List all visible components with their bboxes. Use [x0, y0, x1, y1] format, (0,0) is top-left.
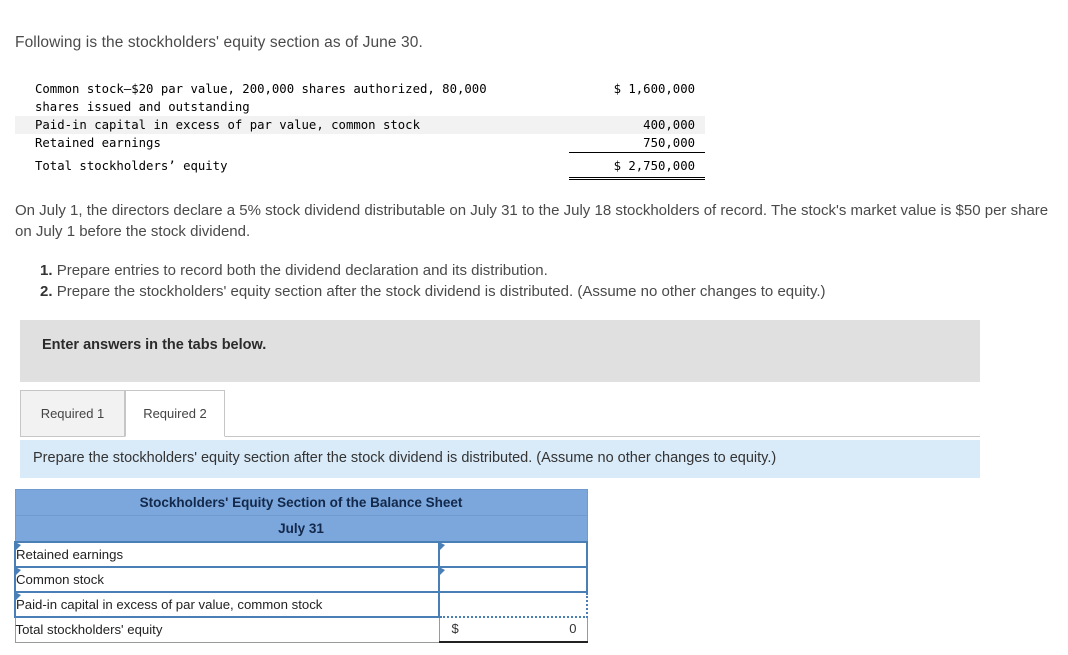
equity-row-value: 400,000 [643, 118, 695, 132]
tab-required-1-label: Required 1 [40, 406, 105, 421]
dropdown-marker-icon [439, 567, 445, 576]
requirement-number: 2. [40, 283, 53, 300]
required-tabs: Required 1 Required 2 [20, 390, 980, 439]
row-value-input-common-stock[interactable] [438, 566, 588, 593]
equity-row-label: Common stock–$20 par value, 200,000 shar… [35, 82, 487, 114]
june30-equity-statement: Common stock–$20 par value, 200,000 shar… [15, 80, 705, 180]
row-label-total-stockholders-equity: Total stockholders' equity [14, 616, 440, 643]
requirements-list: 1. Prepare entries to record both the di… [40, 260, 1050, 302]
answer-grid-subtitle-row: July 31 [14, 515, 588, 543]
dropdown-marker-icon [439, 542, 445, 551]
equity-row-label: Paid-in capital in excess of par value, … [35, 118, 420, 132]
currency-symbol: $ [451, 621, 459, 636]
answer-grid-title: Stockholders' Equity Section of the Bala… [14, 489, 588, 516]
enter-answers-label: Enter answers in the tabs below. [42, 337, 267, 353]
equity-row-label: Retained earnings [35, 136, 161, 150]
answer-grid-total-row: Total stockholders' equity $ 0 [14, 616, 588, 643]
page-intro-text: Following is the stockholders' equity se… [15, 34, 423, 51]
equity-total-row: Total stockholders’ equity $ 2,750,000 [15, 152, 705, 180]
answer-grid-row: Common stock [14, 566, 588, 593]
requirement-text: Prepare the stockholders' equity section… [56, 283, 826, 300]
equity-row: Common stock–$20 par value, 200,000 shar… [15, 80, 705, 116]
row-label-text: Common stock [16, 572, 104, 587]
dropdown-marker-icon [15, 567, 21, 576]
equity-row-value: $ 1,600,000 [613, 82, 695, 96]
tab-instruction-label: Prepare the stockholders' equity section… [33, 450, 777, 466]
tab-required-2-label: Required 2 [143, 406, 207, 421]
row-value-input-paid-in-capital[interactable] [438, 591, 588, 618]
row-label-dropdown-retained-earnings[interactable]: Retained earnings [14, 541, 440, 568]
requirement-text: Prepare entries to record both the divid… [56, 262, 548, 279]
equity-total-label: Total stockholders’ equity [35, 158, 228, 173]
requirement-item: 1. Prepare entries to record both the di… [40, 260, 1050, 281]
equity-total-value: $ 2,750,000 [568, 152, 705, 180]
requirement-number: 1. [40, 262, 53, 279]
enter-answers-band: Enter answers in the tabs below. [20, 320, 980, 382]
tab-required-1[interactable]: Required 1 [20, 390, 125, 437]
answer-grid-subtitle: July 31 [14, 515, 588, 543]
row-label-text: Total stockholders' equity [15, 622, 163, 638]
equity-row: Retained earnings 750,000 [15, 134, 705, 153]
row-label-dropdown-common-stock[interactable]: Common stock [14, 566, 440, 593]
row-label-text: Retained earnings [16, 547, 124, 562]
answer-grid: Stockholders' Equity Section of the Bala… [14, 489, 588, 643]
row-label-text: Paid-in capital in excess of par value, … [16, 597, 323, 612]
row-value-input-retained-earnings[interactable] [438, 541, 588, 568]
requirement-item: 2. Prepare the stockholders' equity sect… [40, 281, 1050, 302]
tab-instruction-band: Prepare the stockholders' equity section… [20, 440, 980, 478]
tab-required-2[interactable]: Required 2 [125, 390, 225, 437]
answer-grid-row: Retained earnings [14, 541, 588, 568]
row-value-total-stockholders-equity: $ 0 [438, 616, 588, 643]
answer-grid-title-row: Stockholders' Equity Section of the Bala… [14, 489, 588, 516]
total-amount: 0 [569, 621, 577, 636]
dropdown-marker-icon [15, 542, 21, 551]
row-label-dropdown-paid-in-capital[interactable]: Paid-in capital in excess of par value, … [14, 591, 440, 618]
equity-row-value: 750,000 [568, 134, 705, 153]
equity-row: Paid-in capital in excess of par value, … [15, 116, 705, 134]
answer-grid-row: Paid-in capital in excess of par value, … [14, 591, 588, 618]
problem-paragraph: On July 1, the directors declare a 5% st… [15, 202, 1049, 240]
dropdown-marker-icon [15, 592, 21, 601]
